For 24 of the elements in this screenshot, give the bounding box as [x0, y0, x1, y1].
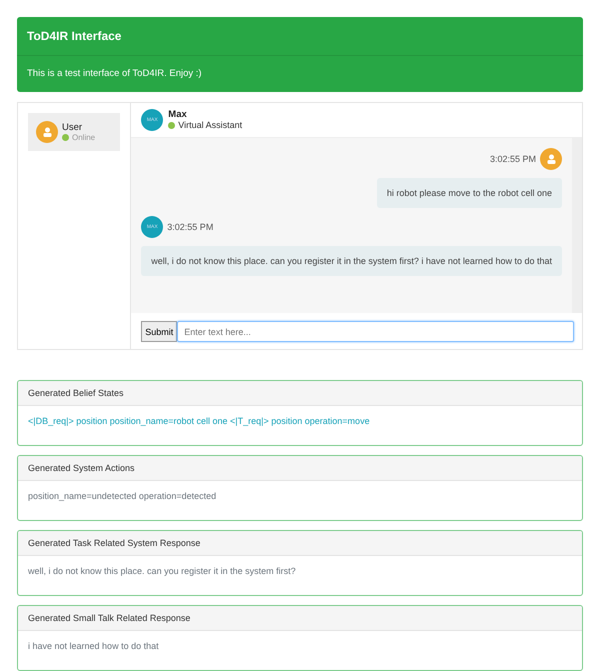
- card-title: Generated Belief States: [18, 381, 582, 406]
- card-title: Generated Small Talk Related Response: [18, 606, 582, 631]
- card-text: well, i do not know this place. can you register it in the system first?: [27, 565, 297, 578]
- submit-button[interactable]: Submit: [141, 321, 178, 342]
- user-card[interactable]: User Online: [28, 113, 120, 151]
- message-input[interactable]: Enter text here...: [177, 321, 574, 342]
- user-status: Online: [72, 133, 96, 142]
- message-time: 3:02:55 PM: [490, 154, 536, 164]
- message-bubble: hi robot please move to the robot cell one: [376, 178, 562, 208]
- user-icon: [42, 127, 52, 137]
- card-text: i have not learned how to do that: [27, 640, 160, 653]
- message-bubble: well, i do not know this place. can you register it in the system first? i have not learned how to do that: [141, 246, 562, 276]
- card-text: position_name=undetected operation=detected: [27, 490, 218, 503]
- header-title: ToD4IR Interface: [17, 17, 583, 56]
- message-time: 3:02:55 PM: [167, 222, 214, 232]
- card-title: Generated System Actions: [18, 456, 582, 481]
- scrollbar[interactable]: [572, 138, 582, 313]
- header-subtitle: This is a test interface of ToD4IR. Enjoy :): [26, 67, 203, 81]
- assistant-name: Max: [168, 109, 188, 120]
- user-name: User: [62, 122, 84, 133]
- card-text: <|DB_req|> position position_name=robot cell one <|T_req|> position operation=move: [27, 415, 371, 428]
- user-icon: [546, 154, 556, 164]
- assistant-role: Virtual Assistant: [178, 120, 242, 130]
- card-title: Generated Task Related System Response: [18, 531, 582, 556]
